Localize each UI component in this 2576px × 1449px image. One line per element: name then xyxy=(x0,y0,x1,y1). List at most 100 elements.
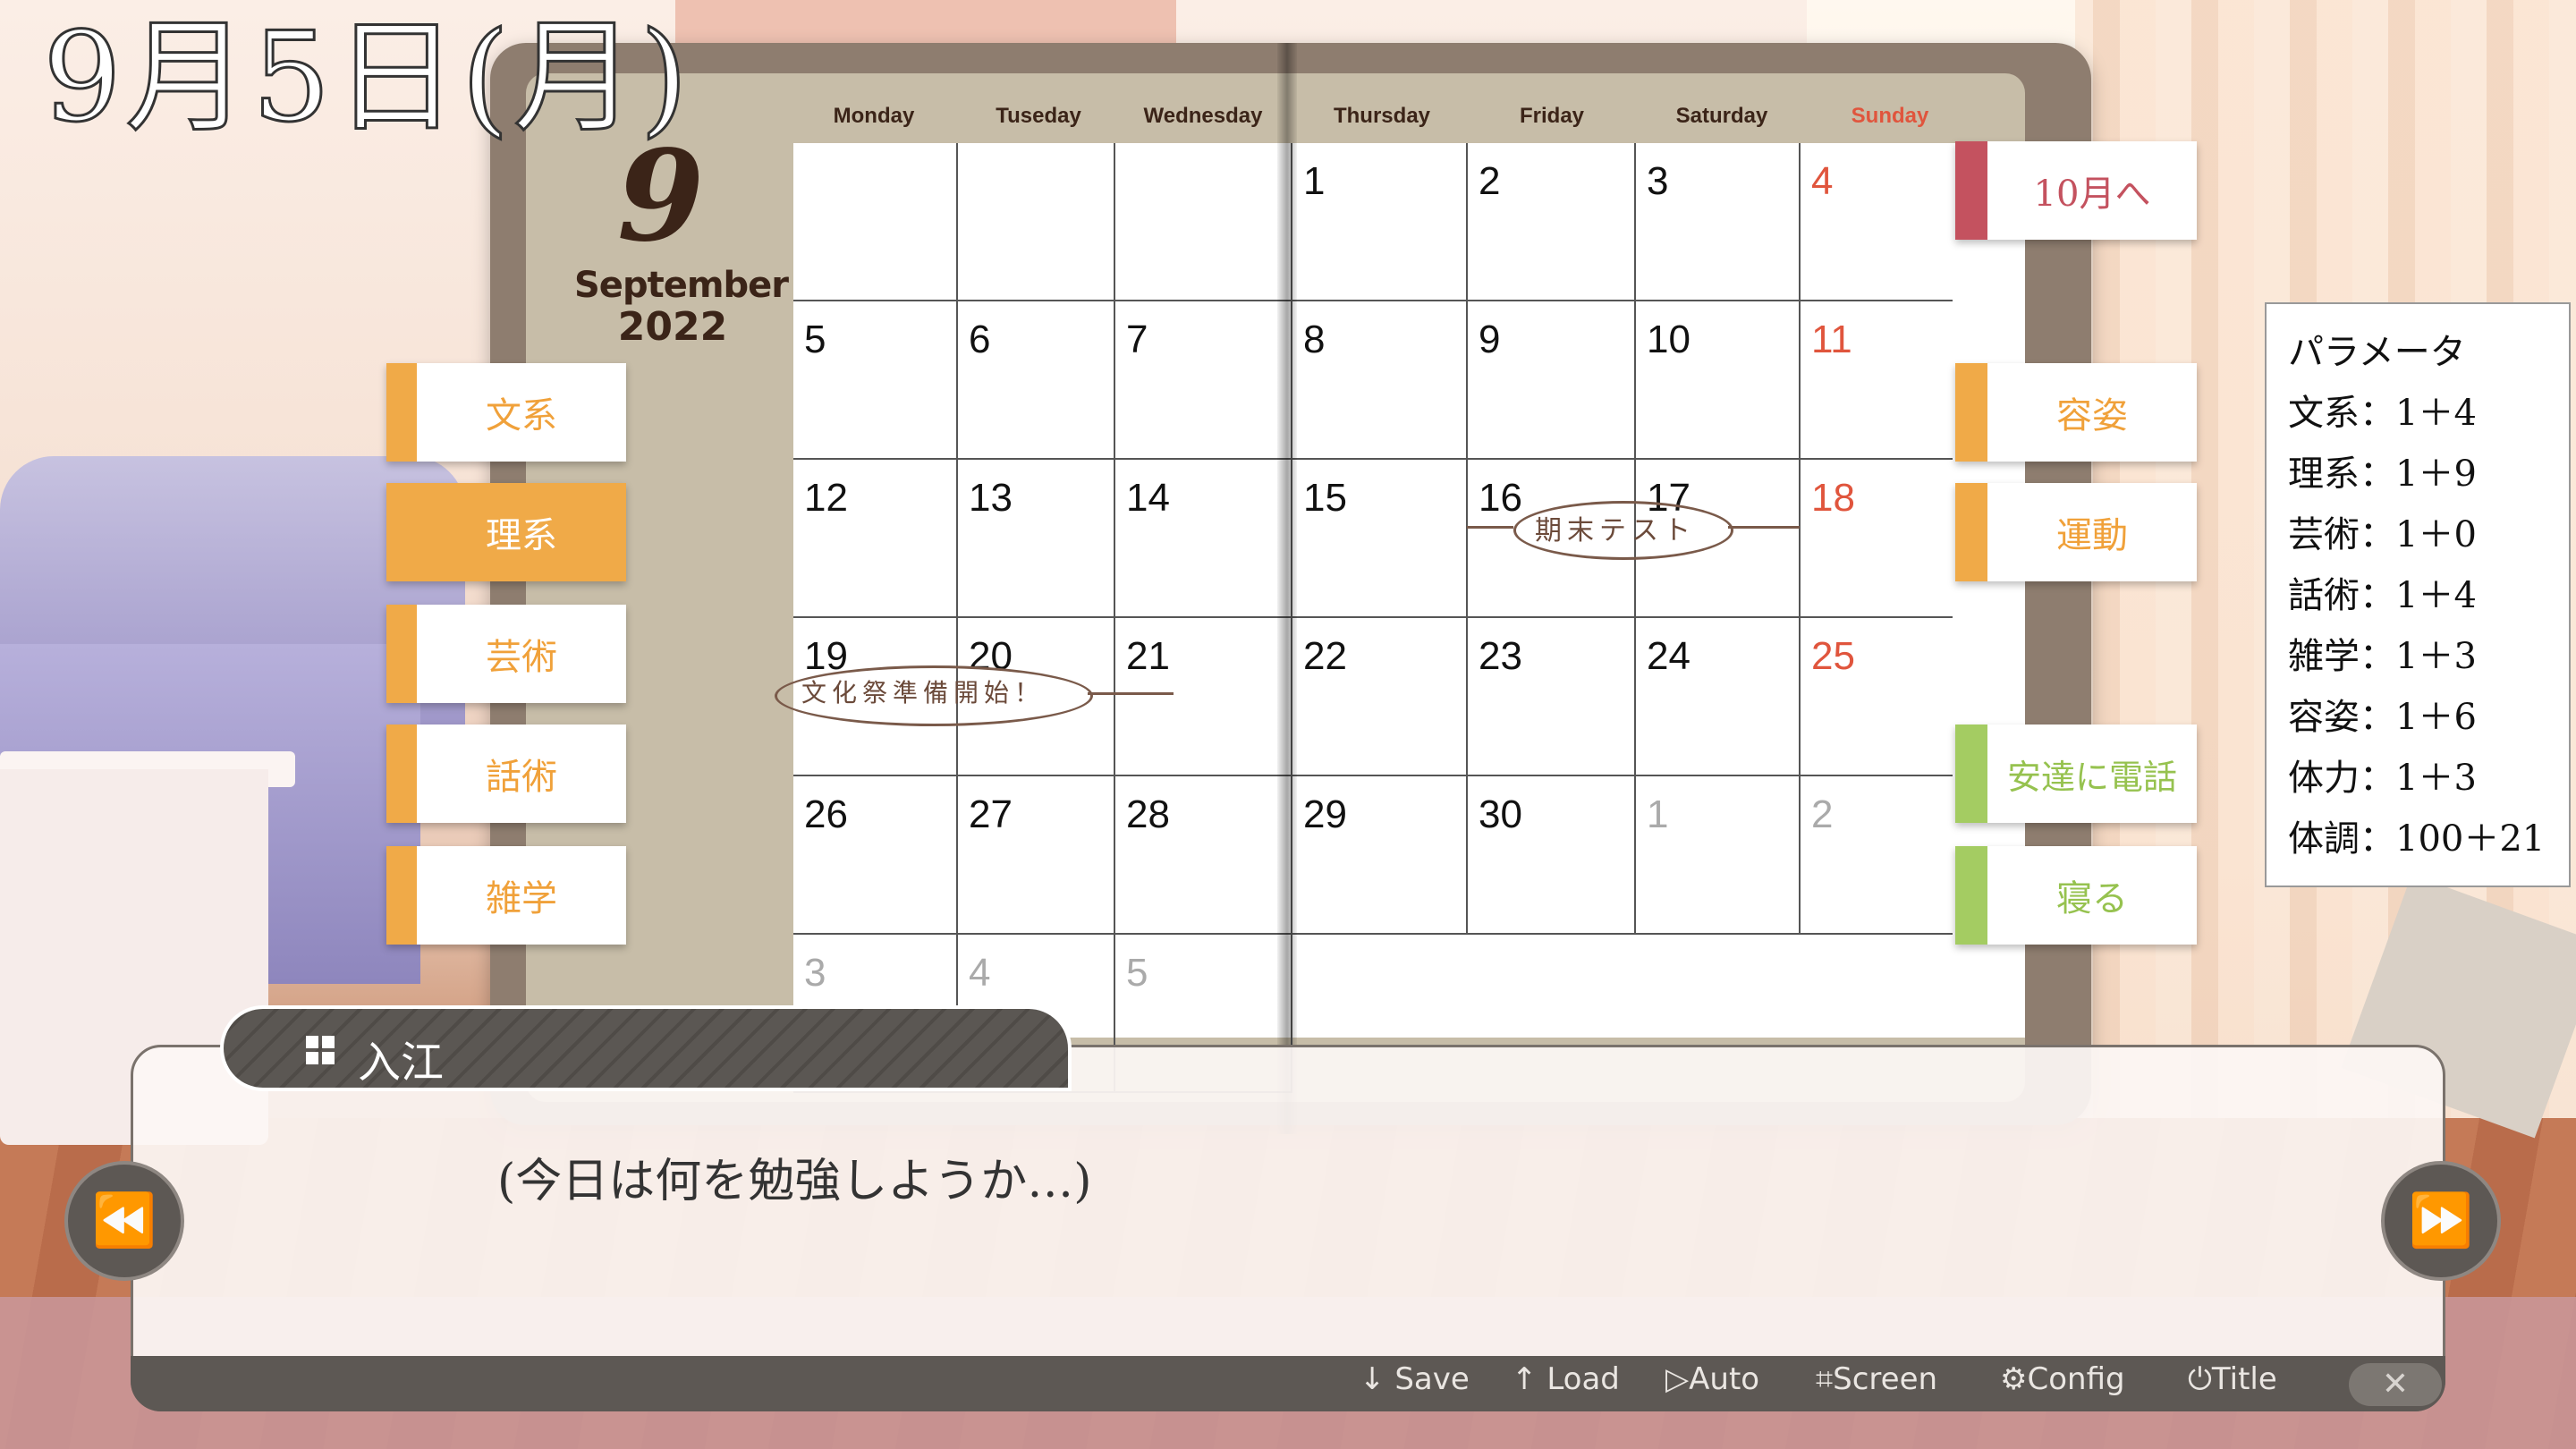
weekday-header: Friday xyxy=(1519,104,1585,128)
event-festival: 文化祭準備開始！ xyxy=(801,678,1046,708)
calendar-day-cell: 23 xyxy=(1468,618,1636,776)
calendar-day-number: 2 xyxy=(1811,792,1834,836)
exercise-button[interactable]: 運動 xyxy=(1955,483,2197,581)
dialogue-text: (今日は何を勉強しようか…) xyxy=(497,1155,1092,1208)
calendar-day-number: 25 xyxy=(1811,634,1855,678)
calendar-day-number: 29 xyxy=(1303,792,1347,836)
parameter-row: 体調：100＋21 xyxy=(2288,818,2546,860)
calendar-day-cell: 27 xyxy=(958,776,1115,935)
calendar-day-number: 1 xyxy=(1647,792,1669,836)
calendar-day-number: 2 xyxy=(1479,159,1501,203)
grid-icon xyxy=(306,1036,335,1064)
calendar-day-number: 1 xyxy=(1303,159,1326,203)
calendar-day-cell: 24 xyxy=(1636,618,1801,776)
config-label: Config xyxy=(2027,1361,2125,1397)
calendar-day-number: 7 xyxy=(1126,318,1148,361)
calendar-day-number: 24 xyxy=(1647,634,1690,678)
screen-label: Screen xyxy=(1833,1361,1938,1397)
calendar-day-cell: 28 xyxy=(1115,776,1292,935)
weekday-header-sunday: Sunday xyxy=(1851,104,1929,128)
calendar-day-cell: 11 xyxy=(1801,301,1953,460)
calendar-day-cell: 2 xyxy=(1801,776,1953,935)
wall-shelf xyxy=(675,0,1176,47)
calendar-day-number: 28 xyxy=(1126,792,1170,836)
calendar-day-number: 27 xyxy=(969,792,1013,836)
parameter-row: 話術：1＋4 xyxy=(2288,575,2477,616)
fast-forward-icon[interactable]: ⏩ xyxy=(2381,1161,2501,1281)
parameter-row: 体力：1＋3 xyxy=(2288,758,2477,799)
calendar-day-number: 22 xyxy=(1303,634,1347,678)
screen-button[interactable]: ⌗Screen xyxy=(1816,1361,1937,1397)
parameter-row: 雑学：1＋3 xyxy=(2288,636,2477,677)
arrow-up-icon: ↑ xyxy=(1512,1361,1538,1397)
sleep-button[interactable]: 寝る xyxy=(1955,846,2197,945)
load-label: Load xyxy=(1546,1361,1620,1397)
weekday-header: Monday xyxy=(833,104,915,128)
parameter-row: 容姿：1＋6 xyxy=(2288,697,2477,738)
calendar-day-number: 10 xyxy=(1647,318,1690,361)
calendar-day-cell: 21 xyxy=(1115,618,1292,776)
speaker-nameplate: 入江 xyxy=(220,1005,1072,1091)
calendar-day-number: 9 xyxy=(1479,318,1501,361)
calendar-day-number: 4 xyxy=(969,951,991,995)
load-button[interactable]: ↑ Load xyxy=(1512,1361,1620,1397)
play-icon: ▷ xyxy=(1665,1361,1690,1397)
calendar-day-cell: 12 xyxy=(793,460,958,618)
calendar-day-number: 15 xyxy=(1303,476,1347,520)
calendar-day-cell: 29 xyxy=(1292,776,1468,935)
calendar-day-cell: 22 xyxy=(1292,618,1468,776)
event-arrow xyxy=(1467,526,1513,529)
weekday-header: Thursday xyxy=(1333,104,1431,128)
calendar-day-cell: 7 xyxy=(1115,301,1292,460)
screen-icon: ⌗ xyxy=(1816,1361,1834,1397)
weekday-header: Tuseday xyxy=(996,104,1081,128)
calendar-day-cell: 8 xyxy=(1292,301,1468,460)
month-name: September xyxy=(574,265,789,306)
auto-button[interactable]: ▷Auto xyxy=(1665,1361,1759,1397)
calendar-day-cell: 1 xyxy=(1636,776,1801,935)
weekday-header: Wednesday xyxy=(1143,104,1263,128)
save-button[interactable]: ↓ Save xyxy=(1360,1361,1470,1397)
config-button[interactable]: ⚙Config xyxy=(2000,1361,2125,1397)
calendar-day-cell: 3 xyxy=(1636,143,1801,301)
weekday-header: Saturday xyxy=(1675,104,1768,128)
calendar-day-cell: 5 xyxy=(793,301,958,460)
calendar-day-cell: 1 xyxy=(1292,143,1468,301)
calendar-day-cell xyxy=(1115,143,1292,301)
calendar-day-cell: 30 xyxy=(1468,776,1636,935)
calendar-day-number: 16 xyxy=(1479,476,1522,520)
power-icon: ⏻ xyxy=(2188,1361,2212,1397)
event-arrow xyxy=(1088,692,1174,695)
calendar-day-cell: 25 xyxy=(1801,618,1953,776)
calendar-day-cell: 15 xyxy=(1292,460,1468,618)
calendar-day-number: 18 xyxy=(1811,476,1855,520)
study-speech-button[interactable]: 話術 xyxy=(386,724,626,823)
next-month-button[interactable]: 10月へ xyxy=(1955,141,2197,240)
event-arrow xyxy=(1728,526,1800,529)
calendar-day-cell: 18 xyxy=(1801,460,1953,618)
appearance-button[interactable]: 容姿 xyxy=(1955,363,2197,462)
arrow-down-icon: ↓ xyxy=(1360,1361,1385,1397)
title-label: Title xyxy=(2211,1361,2277,1397)
calendar-day-number: 6 xyxy=(969,318,991,361)
gear-icon: ⚙ xyxy=(2000,1361,2028,1397)
call-adachi-button[interactable]: 安達に電話 xyxy=(1955,724,2197,823)
calendar-day-number: 4 xyxy=(1811,159,1834,203)
calendar-day-cell xyxy=(958,143,1115,301)
close-icon[interactable]: ✕ xyxy=(2349,1363,2442,1406)
title-button[interactable]: ⏻Title xyxy=(2188,1361,2277,1397)
calendar-day-number: 5 xyxy=(1126,951,1148,995)
study-art-button[interactable]: 芸術 xyxy=(386,605,626,703)
calendar-day-number: 11 xyxy=(1811,318,1852,361)
current-date: 9月5日(月) xyxy=(41,5,692,149)
calendar-day-cell: 9 xyxy=(1468,301,1636,460)
parameters-panel: パラメータ 文系：1＋4 理系：1＋9 芸術：1＋0 話術：1＋4 雑学：1＋3… xyxy=(2265,302,2571,887)
study-trivia-button[interactable]: 雑学 xyxy=(386,846,626,945)
month-number: 9 xyxy=(617,123,705,270)
study-humanities-button[interactable]: 文系 xyxy=(386,363,626,462)
study-science-button[interactable]: 理系 xyxy=(386,483,626,581)
rewind-icon[interactable]: ⏪ xyxy=(64,1161,184,1281)
calendar-day-cell: 6 xyxy=(958,301,1115,460)
save-label: Save xyxy=(1394,1361,1470,1397)
calendar-day-number: 5 xyxy=(804,318,826,361)
